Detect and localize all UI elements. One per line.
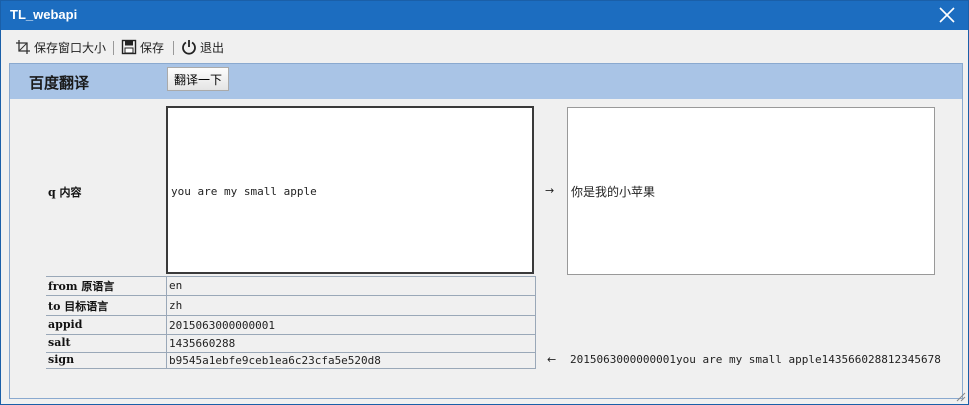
appid-field[interactable]: 2015063000000001 — [169, 319, 275, 332]
row-divider — [46, 276, 536, 277]
save-label: 保存 — [140, 40, 165, 55]
exit-button[interactable]: 退出 — [181, 38, 224, 56]
row-divider — [46, 334, 536, 335]
baidu-translate-panel: 百度翻译 翻译一下 q 内容 you are my small apple → … — [9, 63, 963, 399]
save-window-size-label: 保存窗口大小 — [34, 40, 107, 55]
save-button[interactable]: 保存 — [121, 38, 164, 56]
row-divider — [46, 295, 536, 296]
q-textarea[interactable]: you are my small apple — [166, 106, 534, 274]
panel-header: 百度翻译 翻译一下 — [10, 64, 962, 99]
title-bar: TL_webapi — [1, 1, 968, 30]
column-divider — [535, 276, 536, 368]
row-divider — [46, 368, 536, 369]
to-label: to 目标语言 — [48, 300, 109, 313]
close-icon[interactable] — [936, 4, 958, 26]
result-arrow: → — [545, 184, 555, 197]
column-divider — [166, 276, 167, 368]
power-icon — [182, 40, 196, 55]
toolbar-separator — [173, 41, 174, 55]
sign-arrow: ← — [547, 353, 557, 366]
appid-label: appid — [48, 318, 83, 331]
window-title: TL_webapi — [10, 7, 78, 22]
save-window-size-button[interactable]: 保存窗口大小 — [15, 38, 106, 56]
exit-label: 退出 — [200, 40, 225, 55]
to-field[interactable]: zh — [169, 299, 182, 312]
salt-field[interactable]: 1435660288 — [169, 337, 235, 350]
row-divider — [46, 315, 536, 316]
toolbar: 保存窗口大小 保存 退出 — [1, 31, 968, 61]
salt-label: salt — [48, 336, 71, 349]
sign-label: sign — [48, 353, 75, 366]
q-label: q 内容 — [48, 186, 82, 199]
translate-button[interactable]: 翻译一下 — [167, 67, 229, 91]
from-label: from 原语言 — [48, 280, 115, 293]
row-divider — [46, 352, 536, 353]
sign-field[interactable]: b9545a1ebfe9ceb1ea6c23cfa5e520d8 — [169, 354, 381, 367]
sign-source-text: 2015063000000001you are my small apple14… — [570, 353, 941, 366]
result-value: 你是我的小苹果 — [571, 185, 656, 199]
panel-title: 百度翻译 — [29, 74, 90, 92]
q-value: you are my small apple — [171, 185, 317, 198]
result-textarea[interactable]: 你是我的小苹果 — [567, 107, 935, 275]
from-field[interactable]: en — [169, 279, 182, 292]
app-window: TL_webapi 保存窗口大小 保存 退出 百度翻译 翻译一下 q 内容 yo… — [0, 0, 969, 405]
crop-icon — [16, 40, 30, 54]
resize-grip-icon[interactable] — [956, 392, 966, 402]
toolbar-separator — [113, 41, 114, 55]
floppy-disk-icon — [121, 39, 137, 55]
